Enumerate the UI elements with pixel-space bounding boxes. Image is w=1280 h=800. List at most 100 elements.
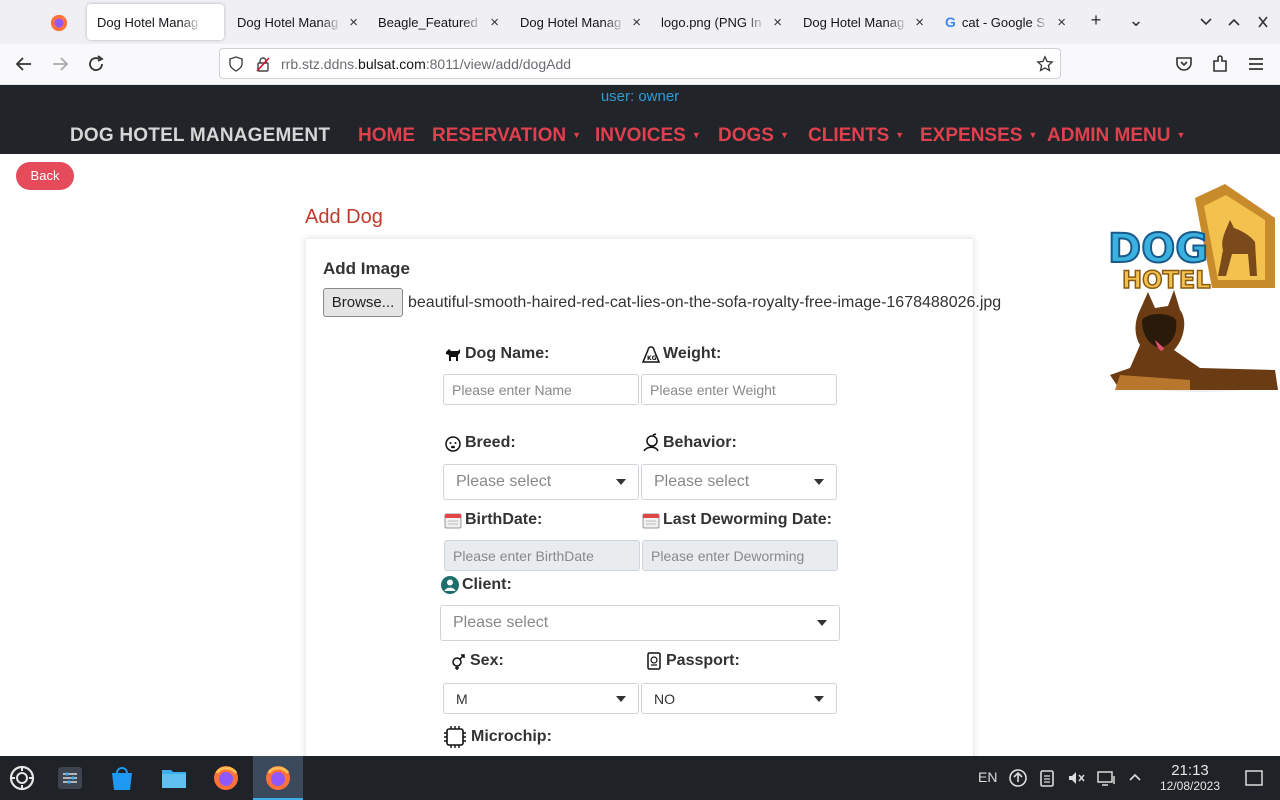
- chevron-down-icon: ▼: [572, 130, 581, 140]
- forward-arrow-icon[interactable]: [48, 52, 72, 76]
- selected-file-name: beautiful-smooth-haired-red-cat-lies-on-…: [408, 294, 1002, 311]
- tab-dog-hotel-1[interactable]: Dog Hotel Manag: [87, 4, 224, 40]
- tab-logo-png[interactable]: logo.png (PNG In ×: [651, 0, 788, 44]
- url-bar[interactable]: rrb.stz.ddns.bulsat.com:8011/view/add/do…: [219, 48, 1061, 79]
- tab-close-icon[interactable]: ×: [773, 14, 782, 31]
- tab-dog-hotel-3[interactable]: Dog Hotel Manag ×: [510, 0, 647, 44]
- system-settings-icon[interactable]: [55, 763, 85, 793]
- gender-icon: [452, 654, 465, 670]
- chevron-down-icon: ▼: [1028, 130, 1038, 140]
- birthdate-input[interactable]: Please enter BirthDate: [444, 540, 640, 571]
- add-dog-form: Add Image Browse... beautiful-smooth-hai…: [305, 238, 1001, 778]
- browser-tab-strip: Dog Hotel Manag Dog Hotel Manag × Beagle…: [0, 0, 1280, 44]
- dropdown-arrow-icon: [814, 479, 824, 485]
- add-image-label: Add Image: [323, 259, 410, 278]
- list-all-tabs-button[interactable]: ⌄: [1124, 10, 1148, 31]
- brand-title[interactable]: DOG HOTEL MANAGEMENT: [70, 125, 330, 147]
- discover-store-icon[interactable]: [107, 763, 137, 793]
- tab-title: Dog Hotel Manag: [520, 14, 622, 30]
- shield-icon[interactable]: [228, 56, 244, 72]
- clipboard-icon[interactable]: [1038, 768, 1056, 788]
- google-icon: G: [945, 14, 956, 30]
- client-label: Client:: [440, 575, 512, 595]
- network-icon[interactable]: [1096, 768, 1118, 788]
- extensions-icon[interactable]: [1208, 52, 1232, 76]
- passport-icon: [647, 652, 661, 670]
- chevron-down-icon: ▼: [895, 130, 905, 140]
- site-header: user: owner DOG HOTEL MANAGEMENT HOME RE…: [0, 85, 1280, 154]
- firefox-taskbar-icon[interactable]: [211, 763, 241, 793]
- client-select[interactable]: Please select: [440, 605, 840, 641]
- insecure-lock-icon[interactable]: [255, 56, 271, 72]
- passport-label: Passport:: [644, 651, 740, 671]
- tab-title: Dog Hotel Manag: [97, 14, 199, 30]
- keyboard-layout-indicator[interactable]: EN: [978, 769, 997, 785]
- close-window-icon[interactable]: [1253, 15, 1273, 29]
- volume-muted-icon[interactable]: [1066, 768, 1086, 788]
- tab-title: Beagle_Featured: [378, 14, 478, 30]
- tab-close-icon[interactable]: ×: [490, 14, 499, 31]
- firefox-view-icon[interactable]: [50, 14, 68, 32]
- clock-time: 21:13: [1171, 762, 1209, 779]
- pocket-icon[interactable]: [1172, 52, 1196, 76]
- update-notifier-icon[interactable]: [1008, 768, 1028, 788]
- back-arrow-icon[interactable]: [12, 52, 36, 76]
- new-tab-button[interactable]: +: [1084, 10, 1108, 31]
- show-hidden-icons-arrow[interactable]: [1127, 770, 1143, 784]
- firefox-active-window-icon[interactable]: [263, 763, 293, 793]
- behavior-select[interactable]: Please select: [641, 464, 837, 500]
- svg-text:KG: KG: [647, 355, 657, 362]
- back-button[interactable]: Back: [16, 162, 74, 190]
- breed-label: Breed:: [443, 433, 516, 453]
- nav-clients[interactable]: CLIENTS ▼: [808, 125, 904, 147]
- client-user-icon: [441, 576, 459, 594]
- file-manager-icon[interactable]: [159, 763, 189, 793]
- nav-invoices[interactable]: INVOICES ▼: [595, 125, 701, 147]
- birthdate-label: BirthDate:: [443, 510, 542, 530]
- dog-icon: [446, 349, 460, 361]
- minimize-icon[interactable]: [1196, 15, 1216, 29]
- microchip-icon: [444, 726, 466, 748]
- app-launcher-icon[interactable]: [7, 763, 37, 793]
- dropdown-arrow-icon: [616, 695, 626, 702]
- page-title: Add Dog: [305, 206, 383, 228]
- url-text: rrb.stz.ddns.bulsat.com:8011/view/add/do…: [281, 56, 572, 72]
- maximize-icon[interactable]: [1224, 15, 1244, 29]
- tab-title: cat - Google S: [961, 14, 1045, 30]
- tab-dog-hotel-2[interactable]: Dog Hotel Manag ×: [227, 0, 364, 44]
- dog-hotel-logo: DOG HOTEL: [1107, 184, 1278, 392]
- tab-close-icon[interactable]: ×: [349, 14, 358, 31]
- weight-label: KG Weight:: [641, 344, 721, 364]
- deworming-input[interactable]: Please enter Deworming: [642, 540, 838, 571]
- active-window-highlight: [253, 756, 303, 800]
- tab-close-icon[interactable]: ×: [1057, 14, 1066, 31]
- dog-name-input[interactable]: Please enter Name: [443, 374, 639, 405]
- weight-input[interactable]: Please enter Weight: [641, 374, 837, 405]
- show-desktop-icon[interactable]: [1244, 768, 1264, 788]
- nav-expenses[interactable]: EXPENSES ▼: [920, 125, 1037, 147]
- nav-admin-menu[interactable]: ADMIN MENU ▼: [1047, 125, 1185, 147]
- bookmark-star-icon[interactable]: [1036, 55, 1054, 73]
- nav-reservation[interactable]: RESERVATION ▼: [432, 125, 581, 147]
- current-user-label: user: owner: [600, 88, 680, 105]
- tab-close-icon[interactable]: ×: [915, 14, 924, 31]
- hamburger-menu-icon[interactable]: [1244, 52, 1268, 76]
- tab-dog-hotel-4[interactable]: Dog Hotel Manag ×: [793, 0, 930, 44]
- passport-select[interactable]: NO: [641, 683, 837, 714]
- tab-beagle-featured[interactable]: Beagle_Featured ×: [368, 0, 505, 44]
- reload-icon[interactable]: [84, 52, 108, 76]
- nav-dogs[interactable]: DOGS ▼: [718, 125, 789, 147]
- svg-text:HOTEL: HOTEL: [1122, 266, 1211, 294]
- browser-toolbar: rrb.stz.ddns.bulsat.com:8011/view/add/do…: [0, 44, 1280, 85]
- calendar-icon: [444, 513, 462, 529]
- sex-label: Sex:: [448, 651, 504, 671]
- tab-google-cat[interactable]: G cat - Google S ×: [935, 0, 1072, 44]
- chevron-down-icon: ▼: [779, 130, 789, 140]
- sex-select[interactable]: M: [443, 683, 639, 714]
- browse-file-button[interactable]: Browse...: [323, 288, 403, 317]
- clock[interactable]: 21:13 12/08/2023: [1150, 762, 1230, 793]
- weight-kg-icon: KG: [641, 346, 661, 363]
- nav-home[interactable]: HOME: [358, 125, 415, 147]
- tab-close-icon[interactable]: ×: [632, 14, 641, 31]
- breed-select[interactable]: Please select: [443, 464, 639, 500]
